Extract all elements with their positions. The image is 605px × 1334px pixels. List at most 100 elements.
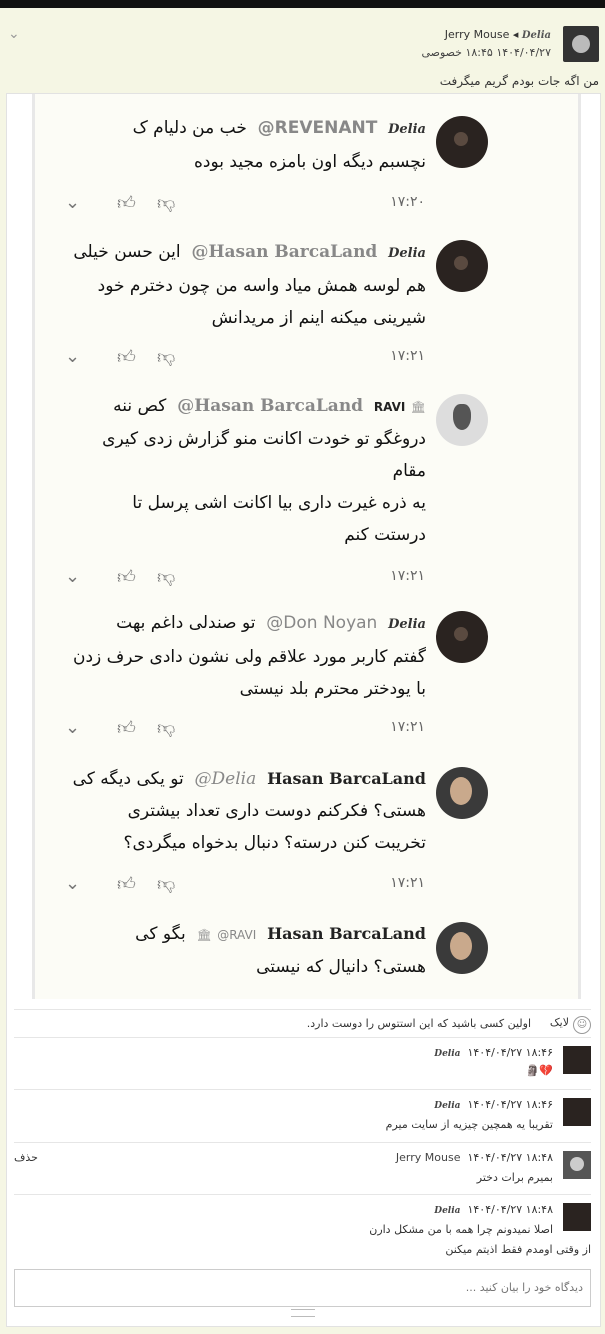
comment-line-1: Hasan BarcaLand @RAVI 🏛 بگو کی	[56, 918, 426, 951]
comment-time: ۱۷:۲۱	[390, 719, 425, 735]
reply-author[interactable]: Delia	[434, 1206, 460, 1216]
comment-text: درستت کنم	[344, 525, 426, 545]
chevron-down-icon: ⌄	[65, 566, 81, 587]
reply-avatar[interactable]	[563, 1046, 591, 1074]
resize-handle[interactable]	[291, 1309, 315, 1317]
comment-text: با یودختر محترم بلد نیستی	[239, 679, 426, 699]
comment-text: هستی؟ دانیال که نیستی	[256, 957, 426, 977]
reply-datetime: ۱۴۰۴/۰۴/۲۷ ۱۸:۴۸	[467, 1203, 553, 1216]
comment-line-1: Delia @Don Noyan تو صندلی داغم بهت	[56, 607, 426, 641]
comment-mention: @Don Noyan	[266, 613, 378, 633]
arrow-icon: ◂	[512, 28, 522, 41]
comment-mention: @Delia	[194, 769, 257, 789]
avatar	[436, 240, 488, 292]
author-avatar[interactable]	[563, 26, 599, 62]
reply-meta: Delia ۱۴۰۴/۰۴/۲۷ ۱۸:۴۸	[434, 1203, 553, 1216]
chevron-down-icon[interactable]: ⌄	[8, 26, 20, 42]
dislike-icon: 👎︎	[157, 193, 176, 214]
author-name[interactable]: Jerry Mouse	[445, 28, 510, 41]
reply: Delia ۱۴۰۴/۰۴/۲۷ ۱۸:۴۶ 💔🗿	[14, 1037, 591, 1089]
bank-icon: 🏛	[410, 400, 426, 414]
comment-actions: ⌄ 👍︎ 👎︎	[65, 566, 185, 592]
reply-author[interactable]: Jerry Mouse	[396, 1151, 461, 1164]
like-icon: 👍︎	[117, 193, 136, 214]
comment-author: Hasan BarcaLand	[267, 924, 426, 943]
comment-text: دروغگو تو خودت اکانت منو گزارش زدی کیری	[102, 429, 426, 449]
reply-datetime: ۱۴۰۴/۰۴/۲۷ ۱۸:۴۶	[467, 1046, 553, 1059]
reply-text: اصلا نمیدونم چرا همه با من مشکل دارن	[369, 1223, 553, 1236]
comment-text: تو یکی دیگه کی	[72, 769, 184, 789]
comment-author: RAVI	[373, 400, 406, 414]
reply-text: 💔🗿	[525, 1064, 553, 1077]
like-icon: 👍︎	[117, 874, 136, 895]
privacy-label: خصوصی	[421, 46, 462, 59]
comment-author: Delia	[388, 122, 426, 137]
avatar	[436, 394, 488, 446]
comment-line-1: Delia @REVENANT خب من دلیام ک	[56, 112, 426, 146]
delete-button[interactable]: حذف	[14, 1151, 38, 1164]
comment-box	[14, 1269, 591, 1307]
comment-text: هم لوسه همش میاد واسه من چون دخترم خود	[97, 276, 426, 296]
like-button[interactable]: لایک	[550, 1016, 569, 1029]
status-datetime: ۱۴۰۴/۰۴/۲۷ ۱۸:۴۵	[465, 46, 551, 59]
comment-text: این حسن خیلی	[73, 242, 181, 262]
comment-actions: ⌄ 👍︎ 👎︎	[65, 192, 185, 218]
reply-datetime: ۱۴۰۴/۰۴/۲۷ ۱۸:۴۸	[467, 1151, 553, 1164]
comment-actions: ⌄ 👍︎ 👎︎	[65, 717, 185, 743]
like-icon: 👍︎	[117, 347, 136, 368]
dislike-icon: 👎︎	[157, 347, 176, 368]
dislike-icon: 👎︎	[157, 874, 176, 895]
author-line: Jerry Mouse ◂ Delia	[445, 28, 551, 41]
comment-time: ۱۷:۲۰	[390, 194, 425, 210]
reply-avatar[interactable]	[563, 1098, 591, 1126]
comment-text: یه ذره غیرت داری بیا اکانت اشی پرسل تا	[132, 493, 426, 513]
reply-datetime: ۱۴۰۴/۰۴/۲۷ ۱۸:۴۶	[467, 1098, 553, 1111]
avatar	[436, 611, 488, 663]
comment-time: ۱۷:۲۱	[390, 875, 425, 891]
reply-author[interactable]: Delia	[434, 1049, 460, 1059]
comment-mention: @Hasan BarcaLand	[177, 396, 364, 416]
comment-text: گفتم کاربر مورد علاقم ولی نشون دادی حرف …	[72, 647, 426, 667]
comment-mention: @RAVI	[217, 928, 257, 942]
comment-text: نچسبم دیگه اون بامزه مجید بوده	[194, 152, 426, 172]
reply-author[interactable]: Delia	[434, 1101, 460, 1111]
reply-text: بمیرم برات دختر	[476, 1171, 553, 1184]
comment-mention: @REVENANT	[257, 118, 378, 138]
comment-text: تو صندلی داغم بهت	[116, 613, 256, 633]
comment-text: مقام	[392, 461, 426, 481]
likes-summary: اولین کسی باشید که این استتوس را دوست دا…	[306, 1017, 531, 1030]
reply-meta: Delia ۱۴۰۴/۰۴/۲۷ ۱۸:۴۶	[434, 1098, 553, 1111]
chevron-down-icon: ⌄	[65, 717, 81, 738]
like-icon: 👍︎	[117, 718, 136, 739]
reply: Delia ۱۴۰۴/۰۴/۲۷ ۱۸:۴۸ اصلا نمیدونم چرا …	[14, 1194, 591, 1267]
reply-meta: Jerry Mouse ۱۴۰۴/۰۴/۲۷ ۱۸:۴۸	[396, 1151, 553, 1164]
smile-icon[interactable]: ☺	[573, 1016, 591, 1034]
dislike-icon: 👎︎	[157, 567, 176, 588]
reply-text: تقریبا یه همچین چیزیه از سایت میرم	[385, 1118, 553, 1131]
top-bar	[0, 0, 605, 8]
reply-avatar[interactable]	[563, 1203, 591, 1231]
tagged-user[interactable]: Delia	[522, 30, 551, 41]
status-text: من اگه جات بودم گریم میگرفت	[439, 74, 599, 88]
comment-text: بگو کی	[135, 924, 186, 944]
reply-avatar[interactable]	[563, 1151, 591, 1179]
like-icon: 👍︎	[117, 567, 136, 588]
reply: Delia ۱۴۰۴/۰۴/۲۷ ۱۸:۴۶ تقریبا یه همچین چ…	[14, 1089, 591, 1142]
avatar	[436, 922, 488, 974]
comment-mention: @Hasan BarcaLand	[191, 242, 378, 262]
comment-text: شیرینی میکنه اینم از مریدانش	[211, 308, 426, 328]
reply: Jerry Mouse ۱۴۰۴/۰۴/۲۷ ۱۸:۴۸ بمیرم برات …	[14, 1142, 591, 1194]
comment-line-1: Hasan BarcaLand @Delia تو یکی دیگه کی	[56, 763, 426, 795]
comment-input[interactable]	[15, 1270, 591, 1304]
comment-actions: ⌄ 👍︎ 👎︎	[65, 346, 185, 372]
avatar	[436, 767, 488, 819]
comment-text: خب من دلیام ک	[132, 118, 247, 138]
dislike-icon: 👎︎	[157, 718, 176, 739]
comment-time: ۱۷:۲۱	[390, 348, 425, 364]
avatar	[436, 116, 488, 168]
comment-author: Delia	[388, 617, 426, 632]
chevron-down-icon: ⌄	[65, 873, 81, 894]
status-header: ⌄ Jerry Mouse ◂ Delia ۱۴۰۴/۰۴/۲۷ ۱۸:۴۵ خ…	[0, 8, 605, 92]
reply-text: از وقتی اومدم فقط اذیتم میکنن	[445, 1243, 591, 1256]
attached-screenshot: Delia @REVENANT خب من دلیام ک نچسبم دیگه…	[32, 94, 581, 999]
